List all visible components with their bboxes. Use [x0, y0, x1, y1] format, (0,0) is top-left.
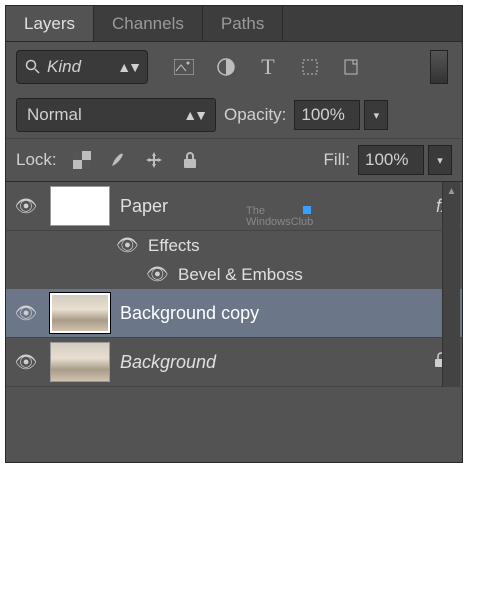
effects-row[interactable]: 👁 Effects — [6, 231, 462, 260]
layer-thumbnail[interactable] — [50, 293, 110, 333]
layer-thumbnail[interactable] — [50, 186, 110, 226]
opacity-dropdown[interactable]: ▾ — [364, 100, 388, 130]
layers-panel: Layers Channels Paths Kind ▲▼ T Normal ▲… — [5, 5, 463, 463]
blend-row: Normal ▲▼ Opacity: 100% ▾ — [6, 92, 462, 138]
adjustment-filter-icon[interactable] — [214, 55, 238, 79]
fill-input[interactable]: 100% — [358, 145, 424, 175]
updown-icon: ▲▼ — [183, 107, 205, 123]
scrollbar[interactable]: ▲ — [442, 182, 460, 387]
visibility-icon[interactable]: 👁 — [12, 196, 40, 217]
filter-kind-label: Kind — [47, 57, 81, 77]
lock-position-icon[interactable] — [143, 149, 165, 171]
tab-paths[interactable]: Paths — [203, 6, 283, 41]
scroll-up-icon[interactable]: ▲ — [443, 182, 460, 200]
visibility-icon[interactable]: 👁 — [116, 235, 138, 256]
smartobject-filter-icon[interactable] — [340, 55, 364, 79]
search-icon — [25, 59, 41, 75]
layer-thumbnail[interactable] — [50, 342, 110, 382]
updown-icon: ▲▼ — [117, 59, 139, 75]
fill-label: Fill: — [324, 150, 350, 170]
lock-row: Lock: Fill: 100% ▾ — [6, 138, 462, 182]
shape-filter-icon[interactable] — [298, 55, 322, 79]
opacity-label: Opacity: — [224, 105, 286, 125]
panel-tabbar: Layers Channels Paths — [6, 6, 462, 42]
filter-type-icons: T — [172, 55, 364, 79]
fill-dropdown[interactable]: ▾ — [428, 145, 452, 175]
blend-mode-value: Normal — [27, 105, 82, 125]
layer-background[interactable]: 👁 Background — [6, 338, 462, 387]
effect-bevel-label: Bevel & Emboss — [178, 265, 303, 285]
visibility-icon[interactable]: 👁 — [146, 264, 168, 285]
effect-bevel-row[interactable]: 👁 Bevel & Emboss — [6, 260, 462, 289]
layers-list: ▲ 👁 Paper fx 👁 Effects 👁 Bevel & Emboss … — [6, 182, 462, 387]
color-swatch[interactable] — [430, 50, 448, 84]
lock-pixels-icon[interactable] — [107, 149, 129, 171]
visibility-icon[interactable]: 👁 — [12, 352, 40, 373]
layer-name[interactable]: Paper — [120, 196, 168, 217]
opacity-input[interactable]: 100% — [294, 100, 360, 130]
filter-row: Kind ▲▼ T — [6, 42, 462, 92]
pixel-filter-icon[interactable] — [172, 55, 196, 79]
type-filter-icon[interactable]: T — [256, 55, 280, 79]
lock-all-icon[interactable] — [179, 149, 201, 171]
lock-label: Lock: — [16, 150, 57, 170]
lock-transparency-icon[interactable] — [71, 149, 93, 171]
visibility-icon[interactable]: 👁 — [12, 303, 40, 324]
filter-kind-select[interactable]: Kind ▲▼ — [16, 50, 148, 84]
effects-label: Effects — [148, 236, 200, 256]
layer-name[interactable]: Background — [120, 352, 216, 373]
layer-background-copy[interactable]: 👁 Background copy — [6, 289, 462, 338]
tab-layers[interactable]: Layers — [6, 6, 94, 41]
layer-paper[interactable]: 👁 Paper fx — [6, 182, 462, 231]
layer-name[interactable]: Background copy — [120, 303, 259, 324]
blend-mode-select[interactable]: Normal ▲▼ — [16, 98, 216, 132]
tab-channels[interactable]: Channels — [94, 6, 203, 41]
